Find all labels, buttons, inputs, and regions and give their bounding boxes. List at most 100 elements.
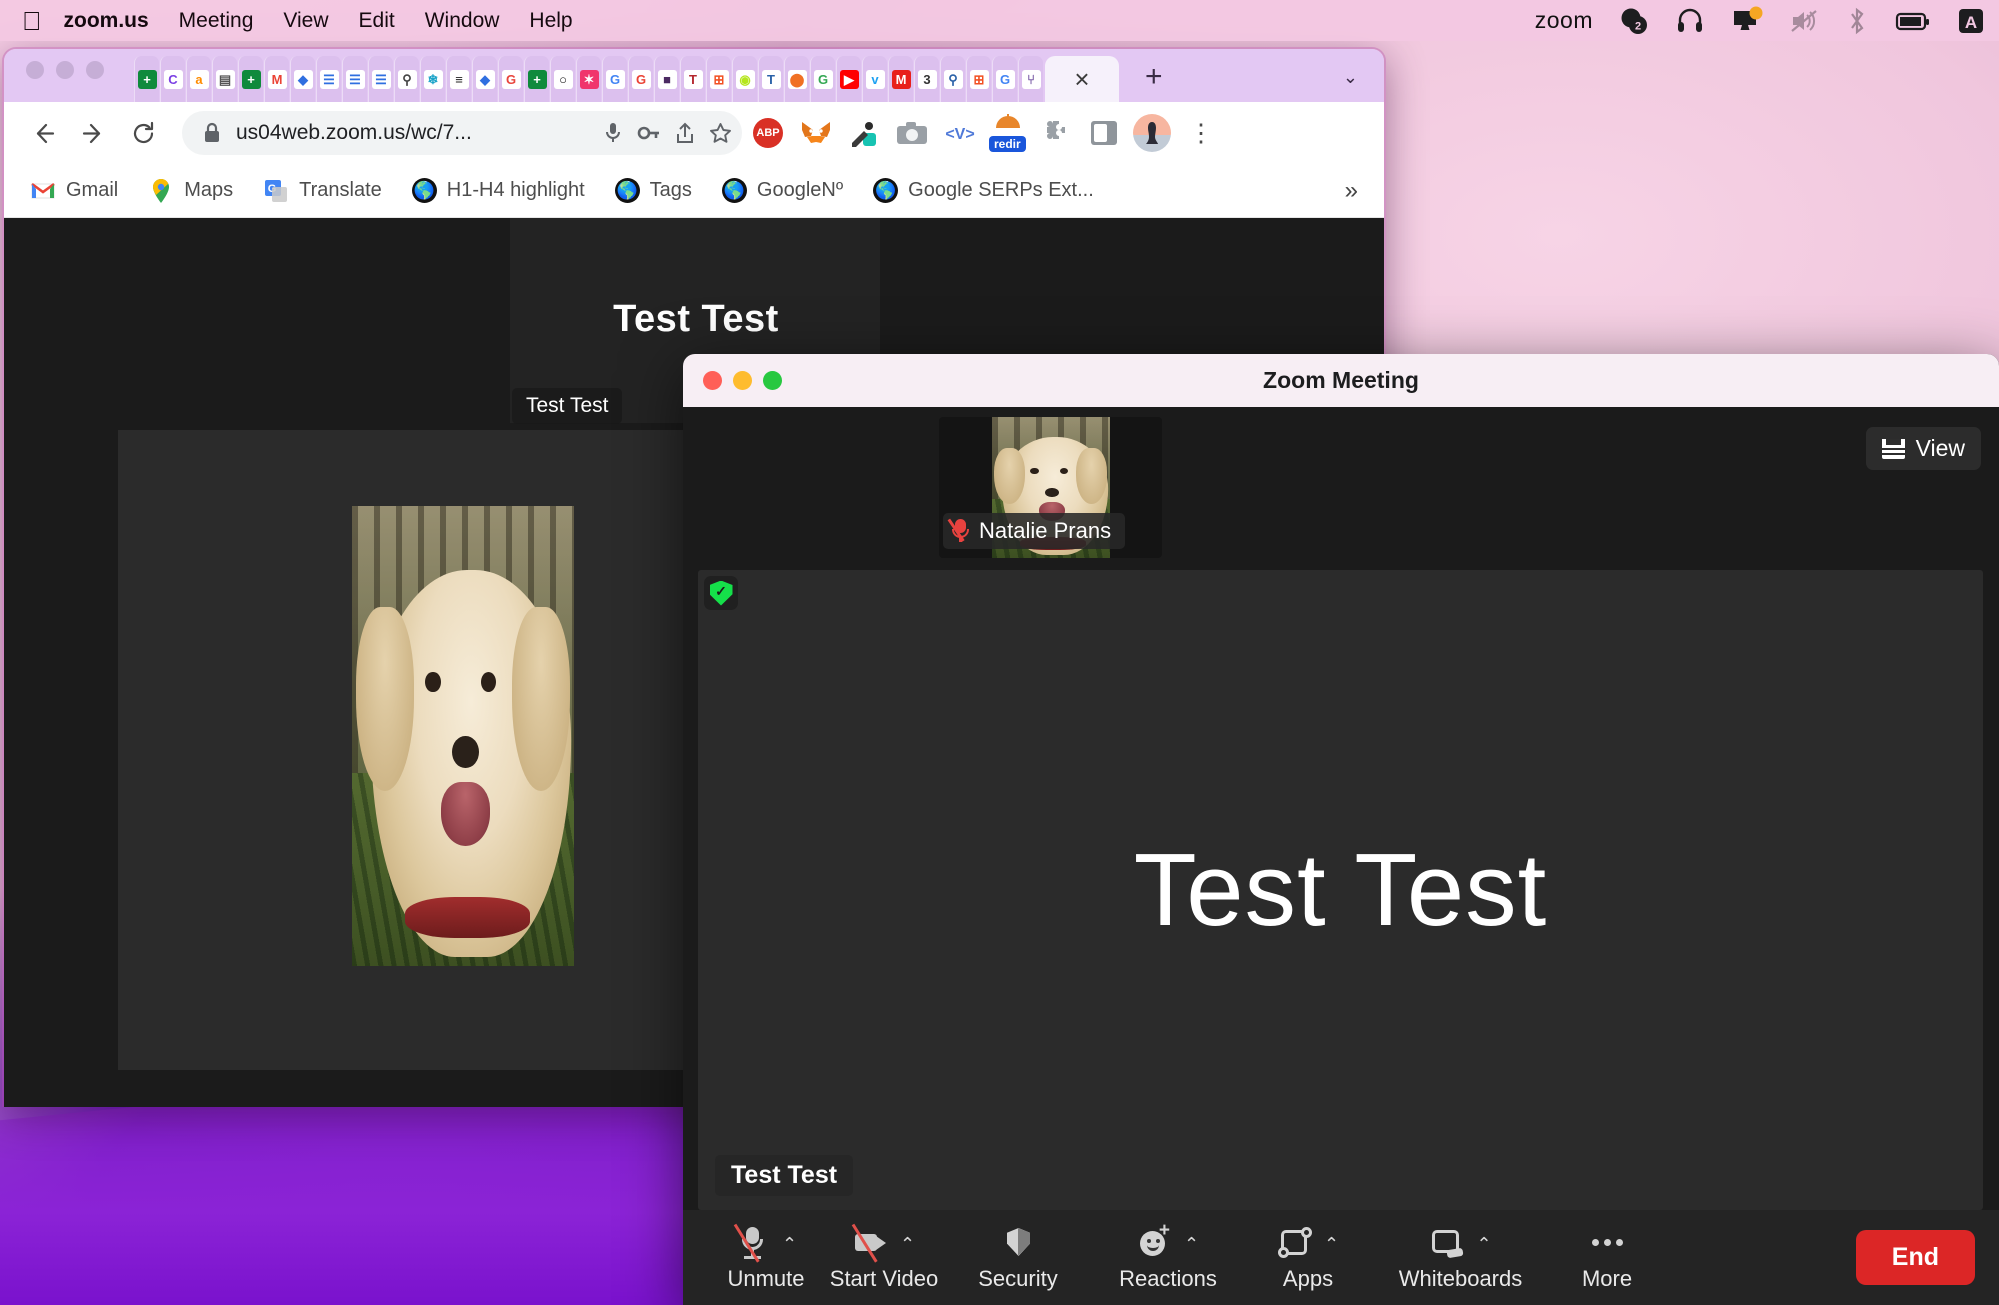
- tab-favicon-trello-3[interactable]: +: [524, 56, 549, 102]
- tab-favicon-person-blue[interactable]: ⚲: [940, 56, 965, 102]
- tab-favicon-diamond[interactable]: ◆: [290, 56, 315, 102]
- tab-favicon-google-1[interactable]: G: [602, 56, 627, 102]
- whiteboards-button[interactable]: ⌃ Whiteboards: [1373, 1223, 1548, 1292]
- back-button[interactable]: [20, 110, 66, 156]
- menubar-zoom-label[interactable]: zoom: [1535, 7, 1593, 34]
- tab-favicon-docs-1[interactable]: ☰: [316, 56, 341, 102]
- tab-favicon-ring[interactable]: ○: [550, 56, 575, 102]
- tab-favicon-twitter[interactable]: ᴠ: [862, 56, 887, 102]
- profile-avatar[interactable]: [1130, 111, 1174, 155]
- volume-muted-icon[interactable]: [1789, 6, 1819, 36]
- menu-item-window[interactable]: Window: [425, 9, 500, 33]
- start-video-button[interactable]: ⌃ Start Video: [825, 1223, 943, 1292]
- tab-favicon-amazon[interactable]: a: [186, 56, 211, 102]
- tab-favicon-gmail[interactable]: M: [264, 56, 289, 102]
- share-icon[interactable]: [675, 122, 695, 145]
- tab-favicon-trello-2[interactable]: +: [238, 56, 263, 102]
- unmute-button[interactable]: ⌃ Unmute: [707, 1223, 825, 1292]
- tab-favicon-mailchimp[interactable]: ≡: [446, 56, 471, 102]
- tab-favicon-search-person[interactable]: ⚲: [394, 56, 419, 102]
- tab-favicon-redmark[interactable]: Μ: [888, 56, 913, 102]
- password-key-icon[interactable]: [637, 123, 661, 143]
- new-tab-button[interactable]: +: [1145, 62, 1163, 92]
- menu-item-zoomus[interactable]: zoom.us: [64, 9, 149, 33]
- menu-item-help[interactable]: Help: [529, 9, 572, 33]
- tab-favicon-opera[interactable]: G: [498, 56, 523, 102]
- bookmark-google-serps[interactable]: 🌎 Google SERPs Ext...: [861, 172, 1106, 209]
- security-button[interactable]: Security: [943, 1223, 1093, 1292]
- tab-favicon-chat[interactable]: ■: [654, 56, 679, 102]
- menu-item-edit[interactable]: Edit: [359, 9, 395, 33]
- tab-search-chevron-down-icon[interactable]: ⌄: [1343, 67, 1384, 88]
- whiteboards-chevron-up-icon[interactable]: ⌃: [1476, 1235, 1491, 1253]
- display-notification-icon[interactable]: [1731, 6, 1763, 36]
- reactions-chevron-up-icon[interactable]: ⌃: [1184, 1235, 1199, 1253]
- bookmark-translate[interactable]: G Translate: [251, 172, 394, 210]
- tab-favicon-nytimes-t[interactable]: T: [680, 56, 705, 102]
- audio-options-chevron-up-icon[interactable]: ⌃: [782, 1235, 797, 1253]
- address-bar[interactable]: us04web.zoom.us/wc/7...: [182, 111, 742, 155]
- self-video-tile[interactable]: Natalie Prans: [939, 417, 1162, 558]
- input-source-icon[interactable]: A: [1957, 7, 1985, 35]
- headphones-icon[interactable]: [1675, 6, 1705, 36]
- browser-minimize-button[interactable]: [56, 61, 74, 79]
- dropbox-badge-icon[interactable]: 2: [1619, 6, 1649, 36]
- voice-search-icon[interactable]: [603, 121, 623, 145]
- tab-favicon-ghost[interactable]: ⑂: [1018, 56, 1043, 102]
- menu-item-view[interactable]: View: [283, 9, 328, 33]
- extension-adblock-plus[interactable]: ABP: [746, 111, 790, 155]
- extension-puzzle-icon[interactable]: [1034, 111, 1078, 155]
- extension-color-picker[interactable]: [842, 111, 886, 155]
- tab-favicon-youtube[interactable]: ▶: [836, 56, 861, 102]
- tab-favicon-docs-2[interactable]: ☰: [342, 56, 367, 102]
- tab-favicon-google-4[interactable]: G: [992, 56, 1017, 102]
- bookmark-maps[interactable]: Maps: [136, 172, 245, 210]
- more-button[interactable]: More: [1548, 1223, 1666, 1292]
- view-button[interactable]: View: [1866, 427, 1981, 470]
- main-video-stage[interactable]: ✓ Test Test Test Test: [698, 570, 1983, 1210]
- extension-metamask[interactable]: [794, 111, 838, 155]
- bookmark-h1h4-highlight[interactable]: 🌎 H1-H4 highlight: [400, 172, 597, 209]
- tab-favicon-microsoft[interactable]: ⊞: [706, 56, 731, 102]
- tab-favicon-trello[interactable]: +: [134, 56, 159, 102]
- forward-button[interactable]: [70, 110, 116, 156]
- end-meeting-button[interactable]: End: [1856, 1230, 1975, 1285]
- tab-favicon-chrome[interactable]: C: [160, 56, 185, 102]
- tab-favicon-nytimes[interactable]: T: [758, 56, 783, 102]
- apps-chevron-up-icon[interactable]: ⌃: [1324, 1235, 1339, 1253]
- tab-favicon-orange[interactable]: ⬤: [784, 56, 809, 102]
- bookmarks-overflow-button[interactable]: »: [1345, 177, 1370, 205]
- extension-vue-devtools[interactable]: <V>: [938, 111, 982, 155]
- bookmark-gmail[interactable]: Gmail: [18, 172, 130, 210]
- active-tab[interactable]: ×: [1045, 56, 1119, 102]
- tab-favicon-semrush[interactable]: ❄: [420, 56, 445, 102]
- bookmark-tags[interactable]: 🌎 Tags: [603, 172, 704, 209]
- bookmark-star-icon[interactable]: [709, 122, 732, 145]
- whiteboards-row: ⌃: [1429, 1223, 1491, 1261]
- tab-favicon-google-2[interactable]: G: [628, 56, 653, 102]
- bluetooth-icon[interactable]: [1845, 6, 1869, 36]
- browser-maximize-button[interactable]: [86, 61, 104, 79]
- browser-close-button[interactable]: [26, 61, 44, 79]
- tab-favicon-pink[interactable]: ✶: [576, 56, 601, 102]
- tab-favicon-three[interactable]: 3: [914, 56, 939, 102]
- tab-favicon-tv[interactable]: ▤: [212, 56, 237, 102]
- apple-menu-icon[interactable]: : [22, 8, 42, 34]
- battery-icon[interactable]: [1895, 6, 1931, 36]
- bookmark-googleno[interactable]: 🌎 GoogleNº: [710, 172, 855, 209]
- apps-button[interactable]: ⌃ Apps: [1243, 1223, 1373, 1292]
- reactions-button[interactable]: + ⌃ Reactions: [1093, 1223, 1243, 1292]
- tab-favicon-docs-3[interactable]: ☰: [368, 56, 393, 102]
- extension-redirector[interactable]: redir: [986, 111, 1030, 155]
- tab-favicon-microsoft-2[interactable]: ⊞: [966, 56, 991, 102]
- reload-button[interactable]: [120, 110, 166, 156]
- chrome-menu-button[interactable]: ⋮: [1178, 110, 1224, 156]
- extension-screenshot[interactable]: [890, 111, 934, 155]
- menu-item-meeting[interactable]: Meeting: [179, 9, 254, 33]
- tab-favicon-google-3[interactable]: G: [810, 56, 835, 102]
- video-options-chevron-up-icon[interactable]: ⌃: [900, 1235, 915, 1253]
- close-tab-icon[interactable]: ×: [1074, 66, 1089, 92]
- side-panel-icon[interactable]: [1082, 111, 1126, 155]
- tab-favicon-evernote[interactable]: ◉: [732, 56, 757, 102]
- tab-favicon-diamond-2[interactable]: ◆: [472, 56, 497, 102]
